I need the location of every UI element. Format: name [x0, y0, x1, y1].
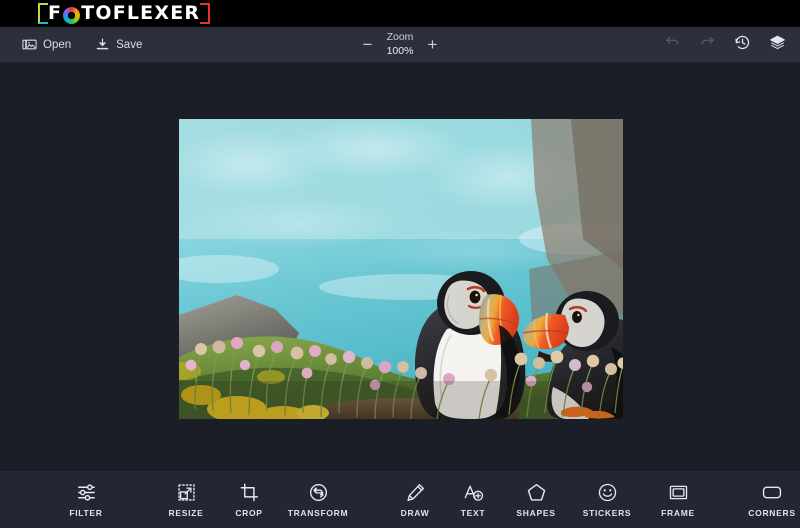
tool-filter-label: FILTER — [69, 508, 103, 518]
tool-group-filter: FILTER — [0, 471, 138, 528]
tool-frame[interactable]: FRAME — [644, 471, 712, 528]
tool-resize[interactable]: RESIZE — [152, 471, 220, 528]
logo-text-post: TOFLEXER — [81, 2, 201, 24]
edited-photo[interactable] — [179, 119, 623, 419]
history-actions — [664, 34, 786, 56]
save-button-label: Save — [116, 38, 143, 51]
open-button-label: Open — [43, 38, 72, 51]
tool-shapes-label: SHAPES — [516, 508, 556, 518]
tool-frame-label: FRAME — [661, 508, 695, 518]
undo-button[interactable] — [664, 35, 681, 55]
logo-text-pre: F — [48, 2, 63, 24]
tool-stickers-label: STICKERS — [582, 508, 632, 518]
top-toolbar: Open Save − Zoom 100% + — [0, 27, 800, 63]
tool-stickers[interactable]: STICKERS — [570, 471, 644, 528]
resize-icon — [176, 481, 197, 503]
redo-arrow-icon — [699, 35, 716, 55]
tool-resize-label: RESIZE — [168, 508, 204, 518]
logo-bracket-right-icon — [200, 3, 211, 24]
bottom-toolbar: FILTER RESIZE CROP TRANSFORM DRAW TEXT S… — [0, 470, 800, 528]
logo-strip: F TOFLEXER — [0, 0, 800, 27]
tool-crop-label: CROP — [235, 508, 263, 518]
image-icon — [22, 37, 37, 52]
tool-transform[interactable]: TRANSFORM — [278, 471, 358, 528]
rounded-rect-icon — [761, 481, 783, 503]
zoom-label: Zoom — [386, 31, 414, 44]
tool-filter[interactable]: FILTER — [52, 471, 120, 528]
download-icon — [95, 37, 110, 52]
history-button[interactable] — [734, 34, 751, 56]
pencil-icon — [405, 481, 426, 503]
transform-icon — [308, 481, 329, 503]
open-button[interactable]: Open — [18, 34, 75, 55]
redo-button[interactable] — [699, 35, 716, 55]
tool-group-create: DRAW TEXT SHAPES STICKERS FRAME — [372, 471, 722, 528]
frame-icon — [668, 481, 689, 503]
layers-icon — [769, 34, 786, 56]
zoom-readout: Zoom 100% — [387, 31, 414, 57]
pentagon-icon — [526, 481, 547, 503]
tool-draw-label: DRAW — [400, 508, 430, 518]
zoom-controls: − Zoom 100% + — [361, 31, 440, 57]
tool-group-finish: CORNERS BACKGROUND — [722, 471, 800, 528]
zoom-in-button[interactable]: + — [425, 36, 439, 53]
zoom-out-button[interactable]: − — [361, 36, 375, 53]
sliders-icon — [76, 481, 97, 503]
logo-color-wheel-icon — [63, 7, 81, 24]
undo-arrow-icon — [664, 35, 681, 55]
tool-text[interactable]: TEXT — [444, 471, 502, 528]
smiley-icon — [597, 481, 618, 503]
canvas-area[interactable] — [0, 63, 800, 470]
file-actions: Open Save — [0, 34, 146, 55]
puffins-photo-illustration — [179, 119, 623, 419]
layers-button[interactable] — [769, 34, 786, 56]
crop-icon — [239, 481, 260, 503]
text-add-icon — [463, 481, 484, 503]
tool-group-geometry: RESIZE CROP TRANSFORM — [138, 471, 372, 528]
tool-corners[interactable]: CORNERS — [734, 471, 800, 528]
tool-text-label: TEXT — [460, 508, 486, 518]
app-logo[interactable]: F TOFLEXER — [38, 1, 211, 26]
save-button[interactable]: Save — [91, 34, 146, 55]
tool-corners-label: CORNERS — [748, 508, 796, 518]
history-clock-icon — [734, 34, 751, 56]
logo-bracket-left-icon — [38, 3, 48, 24]
fotoflexer-app: F TOFLEXER Open Save − Zoom 100% + FILTE… — [0, 0, 800, 528]
tool-crop[interactable]: CROP — [220, 471, 278, 528]
logo-text: F TOFLEXER — [40, 1, 208, 26]
tool-transform-label: TRANSFORM — [287, 508, 349, 518]
tool-draw[interactable]: DRAW — [386, 471, 444, 528]
zoom-value: 100% — [386, 44, 414, 57]
tool-shapes[interactable]: SHAPES — [502, 471, 570, 528]
